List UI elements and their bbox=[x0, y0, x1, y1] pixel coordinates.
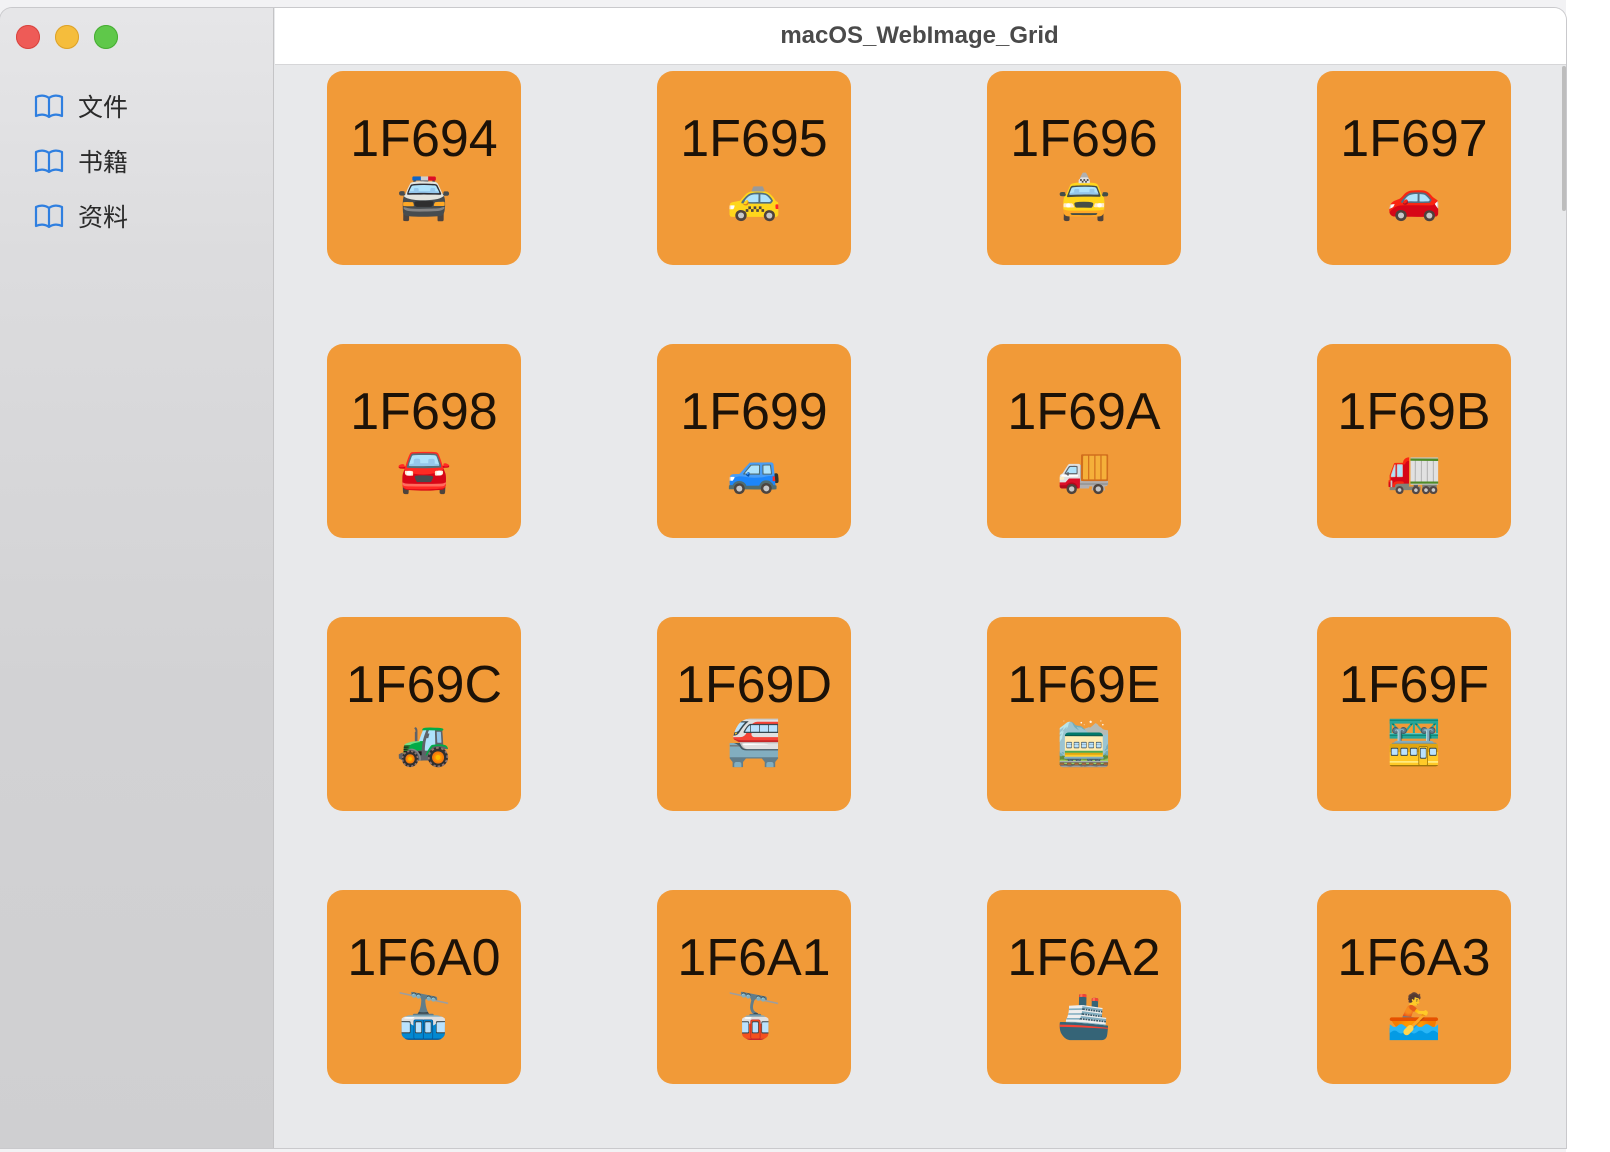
tile-code: 1F69B bbox=[1337, 383, 1491, 441]
title-bar: macOS_WebImage_Grid bbox=[275, 8, 1566, 65]
ship-icon: 🚢 bbox=[1056, 992, 1112, 1041]
grid-tile[interactable]: 1F69A 🚚 bbox=[987, 344, 1181, 538]
grid-tile[interactable]: 1F69B 🚛 bbox=[1317, 344, 1511, 538]
app-window: 文件 书籍 资料 macOS_WebImage_Grid 1F694 🚔 1F6… bbox=[0, 8, 1566, 1148]
tile-code: 1F6A0 bbox=[347, 929, 501, 987]
tile-code: 1F696 bbox=[1010, 110, 1158, 168]
tile-code: 1F69D bbox=[675, 656, 833, 714]
grid-tile[interactable]: 1F694 🚔 bbox=[327, 71, 521, 265]
sidebar-item-files[interactable]: 文件 bbox=[34, 78, 128, 133]
grid-tile[interactable]: 1F6A0 🚠 bbox=[327, 890, 521, 1084]
suv-icon: 🚙 bbox=[726, 446, 782, 495]
tile-code: 1F695 bbox=[680, 110, 828, 168]
zoom-window-button[interactable] bbox=[94, 25, 118, 49]
close-window-button[interactable] bbox=[16, 25, 40, 49]
window-background bbox=[1566, 0, 1610, 1152]
window-controls bbox=[16, 25, 118, 49]
grid-tile[interactable]: 1F696 🚖 bbox=[987, 71, 1181, 265]
grid-tile[interactable]: 1F699 🚙 bbox=[657, 344, 851, 538]
grid-tile[interactable]: 1F6A2 🚢 bbox=[987, 890, 1181, 1084]
tile-code: 1F69C bbox=[345, 656, 503, 714]
grid-tile[interactable]: 1F697 🚗 bbox=[1317, 71, 1511, 265]
grid-tile[interactable]: 1F69F 🚟 bbox=[1317, 617, 1511, 811]
sidebar-item-label: 书籍 bbox=[78, 148, 129, 177]
taxi-icon: 🚕 bbox=[726, 173, 782, 222]
automobile-icon: 🚗 bbox=[1386, 173, 1442, 222]
articulated-lorry-icon: 🚛 bbox=[1386, 446, 1442, 495]
mountain-cableway-icon: 🚡 bbox=[726, 992, 782, 1041]
vertical-scrollbar[interactable] bbox=[1562, 66, 1566, 211]
grid-tile[interactable]: 1F6A1 🚡 bbox=[657, 890, 851, 1084]
tile-code: 1F697 bbox=[1340, 110, 1488, 168]
tile-code: 1F699 bbox=[680, 383, 828, 441]
tile-code: 1F69F bbox=[1338, 656, 1490, 714]
tile-code: 1F69E bbox=[1007, 656, 1161, 714]
image-grid: 1F694 🚔 1F695 🚕 1F696 🚖 1F697 🚗 1F698 🚘 1F699… bbox=[327, 71, 1511, 1084]
tile-code: 1F694 bbox=[350, 110, 498, 168]
main-content: macOS_WebImage_Grid 1F694 🚔 1F695 🚕 1F696 🚖… bbox=[275, 8, 1566, 1148]
grid-tile[interactable]: 1F69D 🚝 bbox=[657, 617, 851, 811]
sidebar: 文件 书籍 资料 bbox=[0, 8, 274, 1148]
sidebar-item-materials[interactable]: 资料 bbox=[34, 188, 128, 243]
sidebar-list: 文件 书籍 资料 bbox=[34, 78, 128, 243]
rowboat-icon: 🚣 bbox=[1386, 992, 1442, 1041]
aerial-tramway-icon: 🚠 bbox=[396, 992, 452, 1041]
tractor-icon: 🚜 bbox=[396, 719, 452, 768]
monorail-icon: 🚝 bbox=[726, 719, 782, 768]
tile-code: 1F69A bbox=[1007, 383, 1161, 441]
delivery-truck-icon: 🚚 bbox=[1056, 446, 1112, 495]
tile-code: 1F698 bbox=[350, 383, 498, 441]
grid-tile[interactable]: 1F69C 🚜 bbox=[327, 617, 521, 811]
tile-code: 1F6A2 bbox=[1007, 929, 1161, 987]
suspension-railway-icon: 🚟 bbox=[1386, 719, 1442, 768]
tile-code: 1F6A1 bbox=[677, 929, 831, 987]
grid-tile[interactable]: 1F6A3 🚣 bbox=[1317, 890, 1511, 1084]
oncoming-taxi-icon: 🚖 bbox=[1056, 173, 1112, 222]
police-car-icon: 🚔 bbox=[396, 173, 452, 222]
grid-tile[interactable]: 1F69E 🚞 bbox=[987, 617, 1181, 811]
minimize-window-button[interactable] bbox=[55, 25, 79, 49]
book-icon bbox=[34, 149, 64, 173]
grid-tile[interactable]: 1F698 🚘 bbox=[327, 344, 521, 538]
grid-tile[interactable]: 1F695 🚕 bbox=[657, 71, 851, 265]
mountain-railway-icon: 🚞 bbox=[1056, 719, 1112, 768]
book-icon bbox=[34, 94, 64, 118]
sidebar-item-label: 资料 bbox=[78, 203, 129, 232]
book-icon bbox=[34, 204, 64, 228]
tile-code: 1F6A3 bbox=[1337, 929, 1491, 987]
oncoming-automobile-icon: 🚘 bbox=[396, 446, 452, 495]
sidebar-item-books[interactable]: 书籍 bbox=[34, 133, 128, 188]
window-title: macOS_WebImage_Grid bbox=[780, 22, 1059, 49]
sidebar-item-label: 文件 bbox=[78, 93, 129, 122]
